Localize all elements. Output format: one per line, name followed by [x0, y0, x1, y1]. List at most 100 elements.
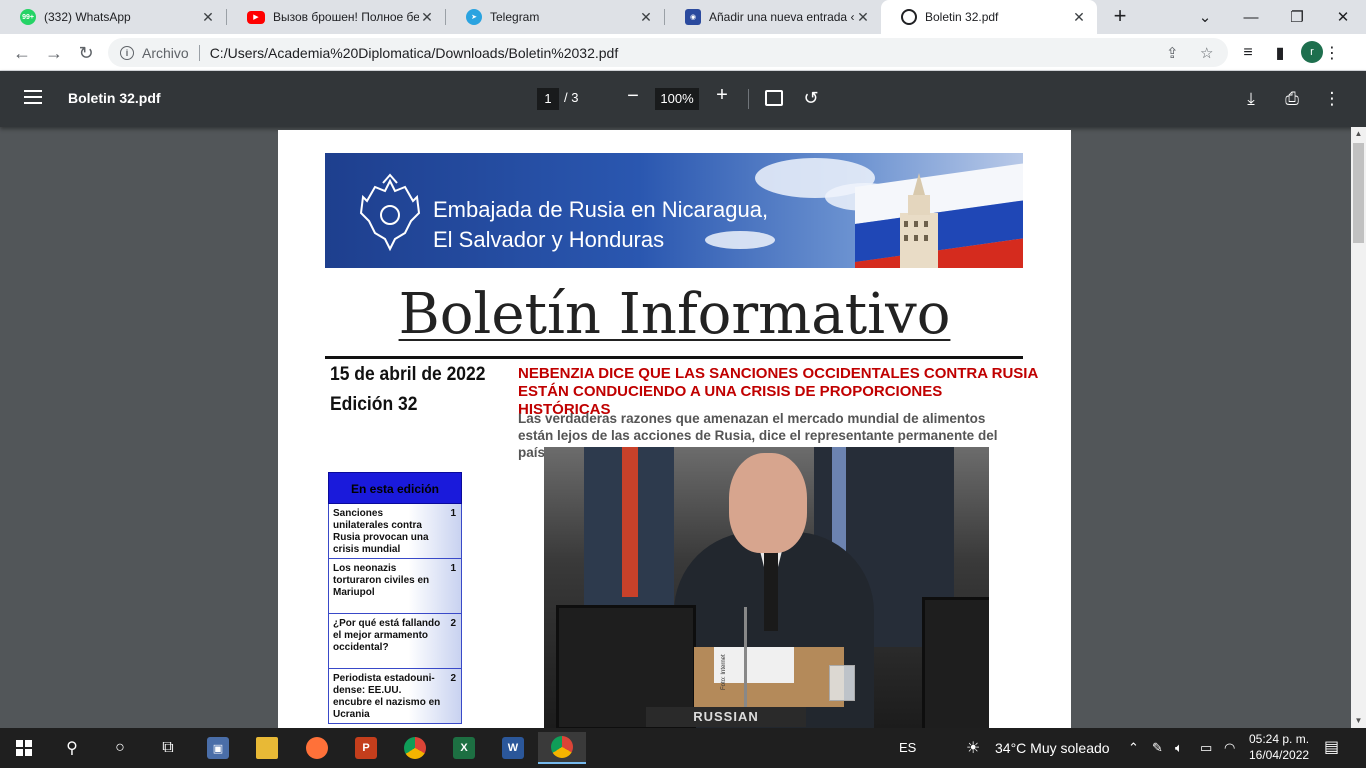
toc-item-text: Periodista estadouni-dense: EE.UU. encub… [333, 673, 441, 720]
tab-whatsapp[interactable]: 99+ (332) WhatsApp ✕ [0, 0, 226, 34]
tab-pdf[interactable]: Boletin 32.pdf ✕ [881, 0, 1097, 34]
whatsapp-icon: 99+ [20, 9, 36, 25]
more-options-icon[interactable]: ⋮ [1320, 87, 1344, 111]
zoom-level-input[interactable]: 100% [655, 88, 699, 110]
close-icon[interactable]: ✕ [200, 9, 216, 26]
toc-item: Los neonazis torturaron civiles en Mariu… [328, 559, 462, 614]
wifi-icon[interactable]: ◠ [1224, 740, 1235, 756]
print-icon[interactable]: ⎙ [1280, 87, 1304, 111]
search-icon[interactable]: ⚲ [48, 732, 96, 764]
chrome-icon[interactable] [391, 732, 439, 764]
volume-icon[interactable]: 🔈︎ [1175, 740, 1183, 756]
page-number-input[interactable]: 1 [537, 88, 559, 110]
water-glass [829, 665, 855, 701]
rotate-icon[interactable]: ↺ [801, 88, 821, 108]
battery-icon[interactable]: ▭ [1200, 740, 1212, 756]
table-of-contents: En esta edición Sanciones unilaterales c… [328, 472, 462, 728]
language-indicator[interactable]: ES [899, 740, 916, 755]
weather-text[interactable]: 34°C Muy soleado [995, 740, 1110, 756]
back-button[interactable]: ← [8, 39, 36, 67]
scroll-up-arrow-icon[interactable]: ▲ [1351, 127, 1366, 141]
firefox-icon[interactable] [293, 732, 341, 764]
pdf-file-title: Boletin 32.pdf [68, 90, 161, 106]
embassy-banner: Embajada de Rusia en Nicaragua, El Salva… [325, 153, 1023, 268]
globe-icon [901, 9, 917, 25]
reload-button[interactable]: ↻ [72, 39, 100, 67]
close-icon[interactable]: ✕ [1071, 9, 1087, 26]
banner-line-1: Embajada de Rusia en Nicaragua, [433, 197, 769, 222]
toc-item: ¿Por qué está fallando el mejor armament… [328, 614, 462, 669]
close-icon[interactable]: ✕ [638, 9, 654, 26]
browser-toolbar: ← → ↻ i Archivo C:/Users/Academia%20Dipl… [0, 34, 1366, 71]
tab-telegram[interactable]: ➤ Telegram ✕ [446, 0, 664, 34]
word-icon[interactable]: W [489, 732, 537, 764]
pen-icon[interactable]: ✎ [1152, 740, 1163, 756]
info-icon[interactable]: i [120, 45, 134, 60]
new-tab-button[interactable]: + [1108, 5, 1132, 29]
profile-avatar[interactable]: r [1301, 41, 1323, 63]
excel-icon[interactable]: X [440, 732, 488, 764]
chevron-up-icon[interactable]: ⌃ [1128, 740, 1139, 756]
share-icon[interactable]: ⇪ [1166, 38, 1179, 67]
divider [748, 89, 749, 109]
task-view-icon[interactable]: ⧉ [144, 732, 192, 764]
reading-list-icon[interactable]: ≡ [1234, 39, 1262, 67]
chrome-profile-icon[interactable] [538, 732, 586, 764]
zoom-in-button[interactable]: + [711, 84, 733, 110]
tab-youtube[interactable]: ▶ Вызов брошен! Полное без ✕ [227, 0, 445, 34]
forward-button[interactable]: → [40, 39, 68, 67]
scrollbar-thumb[interactable] [1353, 143, 1364, 243]
toc-item-text: Los neonazis torturaron civiles en Mariu… [333, 563, 430, 598]
tab-title: Añadir una nueva entrada ‹ [709, 10, 855, 24]
notifications-icon[interactable]: ▤ [1324, 737, 1339, 757]
toc-item: Sanciones unilaterales contra Rusia prov… [328, 504, 462, 559]
banner-line-2: El Salvador y Honduras [433, 227, 665, 252]
tab-search-icon[interactable]: ⌄ [1182, 0, 1228, 34]
clock-date: 16/04/2022 [1249, 748, 1310, 762]
file-explorer-icon[interactable] [243, 732, 291, 764]
fit-page-icon[interactable] [765, 90, 783, 106]
side-panel-icon[interactable]: ▮ [1266, 39, 1294, 67]
close-icon[interactable]: ✕ [855, 9, 871, 26]
powerpoint-icon[interactable]: P [342, 732, 390, 764]
toc-header: En esta edición [328, 472, 462, 504]
pdf-toolbar: Boletin 32.pdf 1 / 3 − 100% + ↺ ⤓ ⎙ ⋮ [0, 71, 1366, 127]
clock-time: 05:24 p. m. [1249, 732, 1310, 746]
page-total: / 3 [564, 90, 579, 105]
restore-button[interactable]: ❐ [1274, 0, 1320, 34]
minimize-button[interactable]: — [1228, 0, 1274, 34]
site-icon: ◉ [685, 9, 701, 25]
address-bar[interactable]: i Archivo C:/Users/Academia%20Diplomatic… [108, 38, 1228, 67]
cortana-icon[interactable]: ○ [96, 732, 144, 764]
tab-title: Boletin 32.pdf [925, 10, 999, 24]
article-photo: RUSSIAN FEDERATION [544, 447, 989, 728]
tab-wordpress[interactable]: ◉ Añadir una nueva entrada ‹ ✕ [665, 0, 881, 34]
toc-item: Periodista estadouni-dense: EE.UU. encub… [328, 669, 462, 724]
speaker-face [729, 453, 807, 553]
tab-strip: 99+ (332) WhatsApp ✕ ▶ Вызов брошен! Пол… [0, 0, 1366, 34]
bookmark-star-icon[interactable]: ☆ [1200, 38, 1213, 67]
toc-item-text: ¿Por qué está fallando el mejor armament… [333, 618, 441, 653]
tab-title: Вызов брошен! Полное без [273, 10, 419, 24]
system-clock[interactable]: 05:24 p. m. 16/04/2022 [1249, 731, 1309, 763]
coat-of-arms-icon [359, 173, 421, 252]
hamburger-menu-icon[interactable] [24, 90, 42, 104]
monitor [922, 597, 989, 728]
toc-item-page: 1 [450, 563, 456, 574]
scroll-down-arrow-icon[interactable]: ▼ [1351, 714, 1366, 728]
windows-start-icon[interactable] [0, 732, 48, 764]
divider [198, 44, 200, 61]
windows-taskbar: ⚲ ○ ⧉ ▣ P X W ES ☀ 34°C Muy soleado ⌃ ✎ … [0, 728, 1366, 768]
close-icon[interactable]: ✕ [419, 9, 435, 26]
download-icon[interactable]: ⤓ [1239, 87, 1263, 111]
url-text[interactable]: C:/Users/Academia%20Diplomatica/Download… [210, 45, 1228, 61]
title-rule [325, 356, 1023, 359]
close-window-button[interactable]: ✕ [1320, 0, 1366, 34]
remote-desktop-icon[interactable]: ▣ [194, 732, 242, 764]
scheme-label: Archivo [142, 44, 189, 61]
photo-credit: Foto: Internet [721, 654, 727, 690]
sun-icon[interactable]: ☀ [966, 738, 980, 758]
toc-item-page: 2 [450, 673, 456, 684]
zoom-out-button[interactable]: − [622, 85, 644, 109]
tab-title: (332) WhatsApp [44, 10, 131, 24]
